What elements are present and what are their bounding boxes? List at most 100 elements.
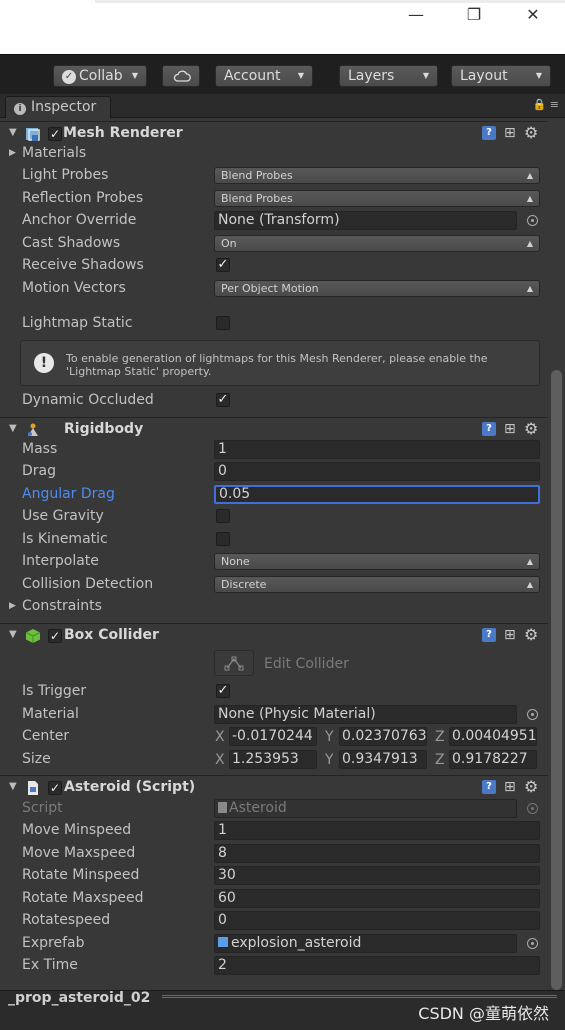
exprefab-field[interactable]: explosion_asteroid bbox=[214, 934, 517, 953]
rotate-minspeed-row: Rotate Minspeed 30 bbox=[0, 865, 548, 887]
cast-shadows-dropdown[interactable]: On ▲︎ bbox=[214, 235, 540, 252]
center-x-field[interactable]: -0.0170244 bbox=[229, 727, 317, 746]
move-maxspeed-label: Move Maxspeed bbox=[22, 845, 136, 861]
foldout-expanded-icon[interactable]: ▼ bbox=[9, 127, 17, 138]
gear-icon[interactable]: ⚙ bbox=[524, 419, 538, 438]
edit-collider-row: Edit Collider bbox=[0, 650, 548, 678]
tab-tools: 🔒 ≡ bbox=[533, 98, 559, 111]
scrollbar-thumb[interactable] bbox=[551, 370, 562, 990]
use-gravity-checkbox[interactable] bbox=[216, 509, 230, 523]
foldout-expanded-icon[interactable]: ▼ bbox=[9, 423, 17, 434]
foldout-collapsed-icon[interactable]: ▶ bbox=[9, 601, 16, 611]
move-maxspeed-field[interactable]: 8 bbox=[214, 844, 540, 863]
edit-collider-button[interactable] bbox=[214, 650, 254, 676]
light-probes-label: Light Probes bbox=[22, 167, 109, 183]
preset-icon[interactable]: ⊞ bbox=[504, 627, 516, 643]
interpolate-label: Interpolate bbox=[22, 553, 99, 569]
titlebar-edge bbox=[95, 0, 565, 3]
object-picker-icon[interactable] bbox=[527, 215, 538, 226]
help-icon[interactable]: ? bbox=[482, 628, 496, 642]
preview-drag-handle[interactable] bbox=[162, 995, 557, 998]
size-z-field[interactable]: 0.9178227 bbox=[449, 750, 537, 769]
is-kinematic-checkbox[interactable] bbox=[216, 532, 230, 546]
rotate-minspeed-field[interactable]: 30 bbox=[214, 866, 540, 885]
collision-detection-dropdown[interactable]: Discrete ▲︎ bbox=[214, 576, 540, 593]
motion-vectors-dropdown[interactable]: Per Object Motion ▲︎ bbox=[214, 280, 540, 297]
size-y-field[interactable]: 0.9347913 bbox=[339, 750, 427, 769]
close-icon[interactable]: ✕ bbox=[523, 5, 543, 25]
preset-icon[interactable]: ⊞ bbox=[504, 421, 516, 437]
light-probes-dropdown[interactable]: Blend Probes ▲︎ bbox=[214, 167, 540, 184]
foldout-collapsed-icon[interactable]: ▶ bbox=[9, 148, 16, 158]
restore-icon[interactable]: ❐ bbox=[464, 5, 484, 25]
material-label: Material bbox=[22, 706, 79, 722]
rotatespeed-field[interactable]: 0 bbox=[214, 911, 540, 930]
center-row: Center X -0.0170244 Y 0.02370763 Z 0.004… bbox=[0, 726, 548, 748]
is-trigger-checkbox[interactable]: ✓ bbox=[216, 684, 230, 698]
exprefab-value: explosion_asteroid bbox=[231, 935, 362, 951]
axis-y-label: Y bbox=[325, 752, 334, 768]
script-icon bbox=[28, 781, 38, 795]
preset-icon[interactable]: ⊞ bbox=[504, 125, 516, 141]
interpolate-dropdown[interactable]: None ▲︎ bbox=[214, 553, 540, 570]
anchor-override-field[interactable]: None (Transform) bbox=[214, 211, 517, 230]
dropdown-arrow-icon: ▼ bbox=[535, 71, 542, 80]
size-x-field[interactable]: 1.253953 bbox=[229, 750, 317, 769]
edit-collider-label: Edit Collider bbox=[264, 656, 349, 672]
selected-object-name: _prop_asteroid_02 bbox=[8, 990, 151, 1006]
dynamic-occluded-checkbox[interactable]: ✓ bbox=[216, 393, 230, 407]
help-icon[interactable]: ? bbox=[482, 422, 496, 436]
lightmap-static-checkbox[interactable] bbox=[216, 316, 230, 330]
mesh-renderer-header[interactable]: ▼ ✓ Mesh Renderer ? ⊞ ⚙ bbox=[0, 121, 548, 145]
drag-field[interactable]: 0 bbox=[214, 462, 540, 481]
motion-vectors-row: Motion Vectors Per Object Motion ▲︎ bbox=[0, 278, 548, 300]
rotate-minspeed-label: Rotate Minspeed bbox=[22, 867, 140, 883]
exprefab-row: Exprefab explosion_asteroid bbox=[0, 933, 548, 955]
asteroid-script-header[interactable]: ▼ ✓ Asteroid (Script) ? ⊞ ⚙ bbox=[0, 775, 548, 799]
object-picker-icon[interactable] bbox=[527, 938, 538, 949]
tab-menu-icon[interactable]: ≡ bbox=[550, 98, 559, 111]
box-collider-header[interactable]: ▼ ✓ Box Collider ? ⊞ ⚙ bbox=[0, 623, 548, 647]
box-collider-enabled-checkbox[interactable]: ✓ bbox=[48, 629, 62, 643]
foldout-expanded-icon[interactable]: ▼ bbox=[9, 629, 17, 640]
minimize-icon[interactable]: — bbox=[406, 5, 426, 25]
rotate-maxspeed-field[interactable]: 60 bbox=[214, 889, 540, 908]
foldout-expanded-icon[interactable]: ▼ bbox=[9, 781, 17, 792]
center-y-field[interactable]: 0.02370763 bbox=[339, 727, 427, 746]
help-icon[interactable]: ? bbox=[482, 126, 496, 140]
help-icon[interactable]: ? bbox=[482, 780, 496, 794]
axis-x-label: X bbox=[215, 752, 225, 768]
constraints-foldout[interactable]: ▶ Constraints bbox=[0, 596, 548, 618]
updown-arrow-icon: ▲︎ bbox=[526, 284, 533, 293]
mass-field[interactable]: 1 bbox=[214, 440, 540, 459]
object-picker-icon[interactable] bbox=[527, 709, 538, 720]
tab-inspector[interactable]: i Inspector bbox=[5, 96, 111, 118]
material-field[interactable]: None (Physic Material) bbox=[214, 705, 517, 724]
account-dropdown[interactable]: Account ▼ bbox=[215, 65, 313, 87]
lock-icon[interactable]: 🔒 bbox=[533, 98, 547, 111]
updown-arrow-icon: ▲︎ bbox=[526, 557, 533, 566]
angular-drag-field[interactable]: 0.05 bbox=[214, 485, 540, 504]
center-z-field[interactable]: 0.00404951 bbox=[449, 727, 537, 746]
rigidbody-header[interactable]: ▼ Rigidbody ? ⊞ ⚙ bbox=[0, 417, 548, 441]
rotate-maxspeed-row: Rotate Maxspeed 60 bbox=[0, 888, 548, 910]
move-maxspeed-row: Move Maxspeed 8 bbox=[0, 843, 548, 865]
asteroid-script-enabled-checkbox[interactable]: ✓ bbox=[48, 781, 62, 795]
layers-dropdown[interactable]: Layers ▼ bbox=[339, 65, 438, 87]
reflection-probes-dropdown[interactable]: Blend Probes ▲︎ bbox=[214, 190, 540, 207]
gear-icon[interactable]: ⚙ bbox=[524, 777, 538, 796]
collab-button[interactable]: ✓ Collab ▼ bbox=[53, 65, 147, 87]
layout-dropdown[interactable]: Layout ▼ bbox=[451, 65, 551, 87]
preset-icon[interactable]: ⊞ bbox=[504, 779, 516, 795]
gear-icon[interactable]: ⚙ bbox=[524, 625, 538, 644]
layout-label: Layout bbox=[460, 68, 508, 84]
lightmap-static-label: Lightmap Static bbox=[22, 315, 133, 331]
move-minspeed-field[interactable]: 1 bbox=[214, 821, 540, 840]
mesh-renderer-enabled-checkbox[interactable]: ✓ bbox=[48, 127, 62, 141]
ex-time-field[interactable]: 2 bbox=[214, 956, 540, 975]
materials-foldout[interactable]: ▶ Materials bbox=[0, 143, 548, 165]
cloud-button[interactable] bbox=[162, 65, 200, 87]
receive-shadows-checkbox[interactable]: ✓ bbox=[216, 258, 230, 272]
inspector-scrollbar[interactable] bbox=[548, 118, 565, 990]
gear-icon[interactable]: ⚙ bbox=[524, 123, 538, 142]
